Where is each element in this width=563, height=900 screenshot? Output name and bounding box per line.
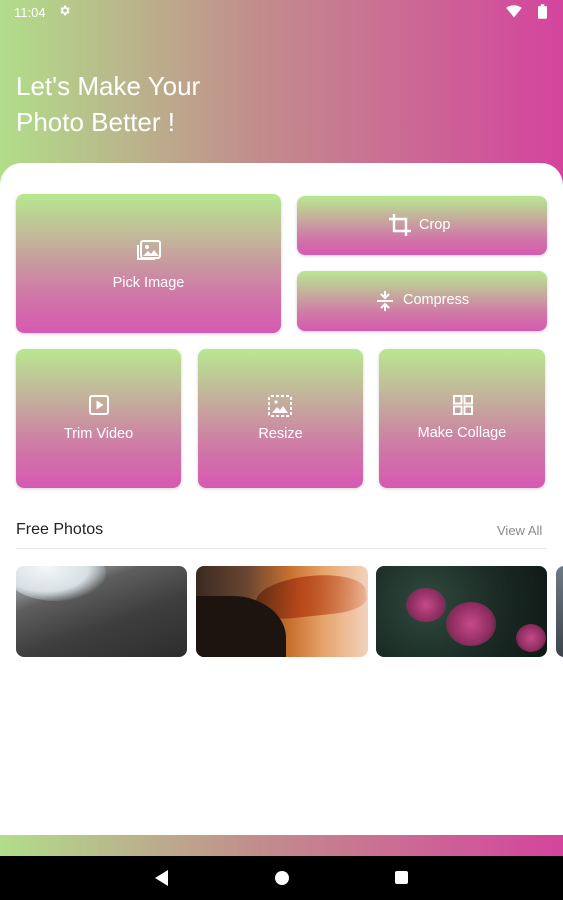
- resize-icon: [268, 395, 292, 417]
- divider: [16, 548, 547, 549]
- page-headline: Let's Make Your Photo Better !: [16, 71, 201, 137]
- photo-flower-shape: [406, 588, 446, 622]
- battery-icon: [538, 4, 547, 19]
- pick-image-button[interactable]: Pick Image: [16, 194, 281, 333]
- recents-icon[interactable]: [395, 871, 408, 884]
- status-time: 11:04: [14, 5, 46, 20]
- back-icon[interactable]: [155, 870, 168, 886]
- navigation-bar: [0, 856, 563, 900]
- compress-button[interactable]: Compress: [297, 271, 547, 331]
- resize-button[interactable]: Resize: [198, 349, 363, 488]
- crop-button[interactable]: Crop: [297, 196, 547, 255]
- bottom-gradient-strip: [0, 835, 563, 856]
- image-icon: [137, 240, 161, 260]
- wifi-icon: [506, 5, 522, 18]
- resize-label: Resize: [258, 426, 303, 442]
- home-icon[interactable]: [275, 871, 289, 885]
- view-all-link[interactable]: View All: [497, 523, 542, 538]
- gear-icon: [60, 5, 70, 16]
- photo-wave-foam: [16, 566, 106, 601]
- photo-thumbnail[interactable]: [376, 566, 547, 657]
- photo-flower-shape: [516, 624, 546, 652]
- crop-label: Crop: [419, 217, 451, 233]
- compress-icon: [377, 291, 393, 311]
- trim-video-label: Trim Video: [63, 426, 134, 442]
- free-photos-title: Free Photos: [16, 521, 104, 538]
- trim-video-button[interactable]: Trim Video: [16, 349, 181, 488]
- photo-thumbnail[interactable]: [556, 566, 563, 657]
- compress-label: Compress: [403, 292, 470, 308]
- photo-thumbnail[interactable]: [196, 566, 368, 657]
- photo-flower-shape: [446, 602, 496, 646]
- photo-thumbnail[interactable]: [16, 566, 187, 657]
- play-icon: [89, 395, 109, 415]
- status-bar: 11:04: [0, 0, 563, 24]
- crop-icon: [389, 214, 411, 236]
- make-collage-label: Make Collage: [417, 425, 507, 441]
- pick-image-label: Pick Image: [112, 275, 185, 291]
- collage-icon: [453, 395, 473, 415]
- make-collage-button[interactable]: Make Collage: [379, 349, 545, 488]
